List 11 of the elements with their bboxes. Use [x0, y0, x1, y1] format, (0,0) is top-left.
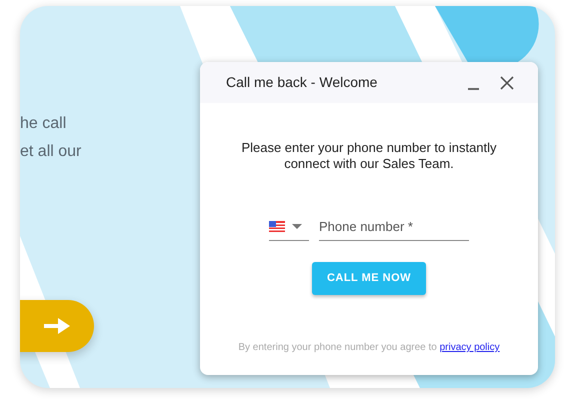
intro-text: he call — [20, 114, 66, 134]
instruction-text: Please enter your phone number to instantly connect with our Sales Team. — [240, 140, 498, 172]
dialog-title: Call me back - Welcome — [226, 73, 378, 92]
phone-input[interactable]: Phone number * — [319, 216, 469, 241]
consent-text: By entering your phone number you agree to privacy policy — [237, 341, 501, 355]
arrow-right-icon — [44, 318, 70, 334]
close-button[interactable] — [500, 76, 514, 90]
flag-icon — [269, 220, 285, 232]
intro-text: et all our — [20, 142, 82, 162]
privacy-policy-link[interactable]: privacy policy — [440, 342, 500, 353]
caret-icon — [292, 224, 302, 228]
